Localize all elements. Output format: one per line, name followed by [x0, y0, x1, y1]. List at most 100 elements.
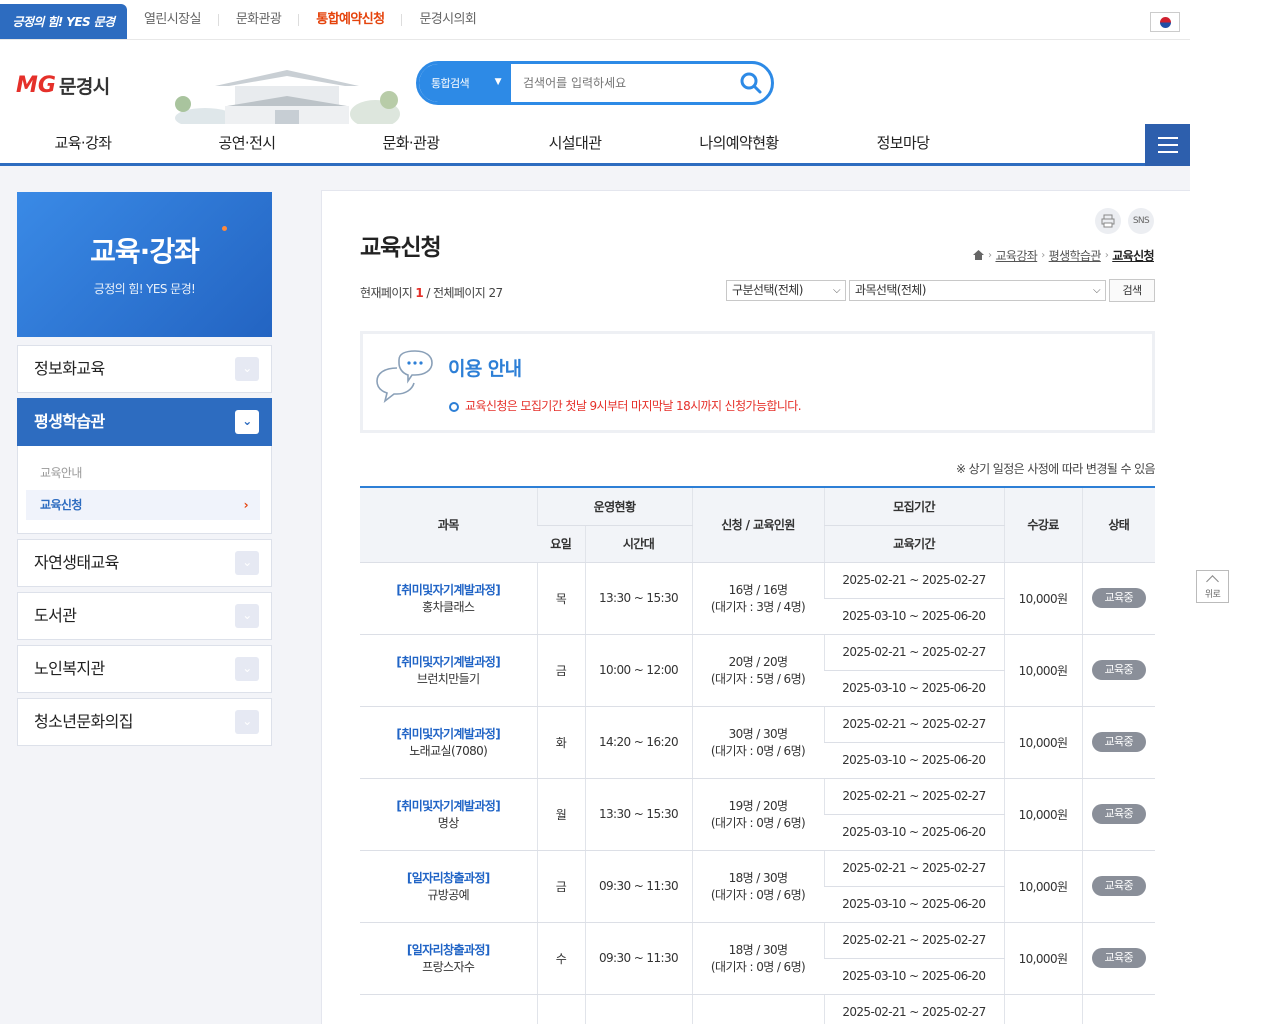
course-category[interactable]: [취미및자기계발과정]: [360, 797, 537, 814]
status-badge[interactable]: 교육중: [1091, 948, 1146, 968]
breadcrumb-separator: ›: [1041, 250, 1045, 261]
top-link-council[interactable]: 문경시의회: [402, 13, 493, 26]
course-cell[interactable]: [취미및자기계발과정] 명상: [360, 778, 537, 851]
course-cell[interactable]: [취미및자기계발과정] 노래교실(7080): [360, 706, 537, 779]
th-state: 상태: [1081, 488, 1156, 563]
nav-facility[interactable]: 시설대관: [520, 124, 630, 163]
course-select[interactable]: 과목선택(전체) ⌵: [849, 280, 1106, 301]
hamburger-menu-icon[interactable]: [1145, 124, 1190, 166]
scroll-to-top-button[interactable]: 위로: [1196, 570, 1229, 603]
home-icon[interactable]: [973, 249, 985, 263]
state-cell: [1081, 994, 1156, 1024]
lnb-item-youth-center[interactable]: 청소년문화의집 ⌄: [17, 698, 272, 746]
state-cell: 교육중: [1081, 922, 1156, 995]
status-badge[interactable]: 교육중: [1091, 876, 1146, 896]
time-cell: 09:30 ~ 11:30: [584, 850, 693, 923]
korea-flag-icon[interactable]: [1150, 12, 1180, 32]
status-badge[interactable]: 교육중: [1091, 732, 1146, 752]
course-cell[interactable]: [취미및자기계발과정]: [360, 994, 537, 1024]
breadcrumb-current[interactable]: 교육신청: [1112, 247, 1154, 264]
nav-my-reservation[interactable]: 나의예약현황: [684, 124, 794, 163]
applicants-cell: 18명 / 30명 (대기자 : 0명 / 6명): [691, 850, 825, 923]
course-name[interactable]: 규방공예: [360, 886, 537, 903]
applicants-count: 20명 / 20명: [728, 655, 789, 669]
status-badge[interactable]: 교육중: [1091, 660, 1146, 680]
course-category[interactable]: [취미및자기계발과정]: [360, 653, 537, 670]
top-link-reservation[interactable]: 통합예약신청: [299, 13, 403, 26]
course-category[interactable]: [일자리창출과정]: [360, 941, 537, 958]
chevron-down-icon: ⌄: [235, 604, 259, 628]
status-badge[interactable]: 교육중: [1091, 588, 1146, 608]
logo-mg: MG: [16, 73, 56, 98]
yes-mungyeong-logo[interactable]: 긍정의 힘! YES 문경: [0, 4, 127, 39]
lnb-sub-edu-info[interactable]: 교육안내: [40, 464, 82, 481]
applicants-cell: 16명 / 16명: [691, 994, 825, 1024]
lnb-item-label: 청소년문화의집: [34, 712, 133, 731]
course-category[interactable]: [취미및자기계발과정]: [360, 725, 537, 742]
lnb-item-senior-center[interactable]: 노인복지관 ⌄: [17, 645, 272, 693]
lnb-item-it-education[interactable]: 정보화교육 ⌄: [17, 345, 272, 393]
course-cell[interactable]: [취미및자기계발과정] 홍차클래스: [360, 562, 537, 635]
top-link-tourism[interactable]: 문화관광: [219, 13, 300, 26]
print-icon[interactable]: [1095, 208, 1121, 234]
filter-search-button[interactable]: 검색: [1109, 279, 1155, 302]
category-select-value: 구분선택(전체): [732, 283, 803, 297]
search-icon: [740, 72, 762, 94]
search-scope-label: 통합검색: [431, 77, 470, 90]
breadcrumb-lifelong[interactable]: 평생학습관: [1049, 247, 1102, 264]
course-name[interactable]: 홍차클래스: [360, 598, 537, 615]
nav-performance[interactable]: 공연·전시: [192, 124, 302, 163]
course-cell[interactable]: [일자리창출과정] 프랑스자수: [360, 922, 537, 995]
course-cell[interactable]: [일자리창출과정] 규방공예: [360, 850, 537, 923]
schedule-remark: ※ 상기 일정은 사정에 따라 변경될 수 있음: [956, 462, 1156, 476]
day-cell: 목: [536, 562, 585, 635]
nav-education[interactable]: 교육·강좌: [28, 124, 138, 163]
course-name[interactable]: 노래교실(7080): [360, 742, 537, 759]
sns-share-button[interactable]: SNS: [1128, 208, 1154, 234]
search-button[interactable]: [731, 64, 771, 102]
course-category[interactable]: [취미및자기계발과정]: [360, 581, 537, 598]
recruit-period-cell: 2025-02-21 ~ 2025-02-27: [823, 850, 1005, 887]
search-input[interactable]: [511, 64, 731, 102]
page-current: 1: [415, 286, 424, 300]
day-cell: 금: [536, 634, 585, 707]
day-cell: 월: [536, 778, 585, 851]
chevron-down-icon: ⌄: [235, 710, 259, 734]
hanok-illustration: [175, 70, 400, 124]
day-cell: [536, 994, 585, 1024]
category-select[interactable]: 구분선택(전체) ⌵: [726, 280, 846, 301]
status-badge[interactable]: 교육중: [1091, 804, 1146, 824]
nav-culture[interactable]: 문화·관광: [356, 124, 466, 163]
time-cell: 10:00 ~ 12:00: [584, 634, 693, 707]
fee-cell: 10,000원: [1003, 778, 1083, 851]
time-cell: 13:30 ~ 15:30: [584, 562, 693, 635]
day-cell: 금: [536, 850, 585, 923]
course-category[interactable]: [일자리창출과정]: [360, 869, 537, 886]
course-name[interactable]: 프랑스자수: [360, 958, 537, 975]
table-row: [일자리창출과정] 규방공예 금 09:30 ~ 11:30 18명 / 30명 (대기자…: [360, 850, 1156, 923]
nav-info[interactable]: 정보마당: [848, 124, 958, 163]
notice-title: 이용 안내: [448, 358, 522, 380]
course-name[interactable]: 브런치만들기: [360, 670, 537, 687]
breadcrumb-education[interactable]: 교육강좌: [995, 247, 1037, 264]
fee-cell: 10,000원: [1003, 634, 1083, 707]
course-cell[interactable]: [취미및자기계발과정] 브런치만들기: [360, 634, 537, 707]
time-cell: 14:20 ~ 16:20: [584, 706, 693, 779]
chevron-down-icon: ⌵: [1093, 285, 1101, 296]
page-total: / 전체페이지 27: [426, 286, 503, 300]
lnb-item-lifelong-learning[interactable]: 평생학습관 ⌄: [17, 398, 272, 446]
waitlist-count: (대기자 : 0명 / 6명): [710, 744, 806, 758]
logo-city: 문경시: [58, 76, 110, 98]
speech-bubble-icon: [376, 350, 433, 404]
waitlist-count: (대기자 : 3명 / 4명): [710, 600, 806, 614]
lnb-item-label: 도서관: [34, 606, 77, 625]
lnb-sub-edu-apply[interactable]: 교육신청 ›: [26, 490, 260, 520]
top-link-mayor[interactable]: 열린시장실: [127, 13, 219, 26]
search-scope-select[interactable]: 통합검색 ▼: [419, 64, 511, 102]
lnb-item-nature-education[interactable]: 자연생태교육 ⌄: [17, 539, 272, 587]
course-name[interactable]: 명상: [360, 814, 537, 831]
site-logo[interactable]: MG 문경시: [16, 72, 110, 99]
lnb-item-library[interactable]: 도서관 ⌄: [17, 592, 272, 640]
edu-period-cell: 2025-03-10 ~ 2025-06-20: [824, 814, 1005, 851]
chevron-down-icon: ⌄: [235, 657, 259, 681]
